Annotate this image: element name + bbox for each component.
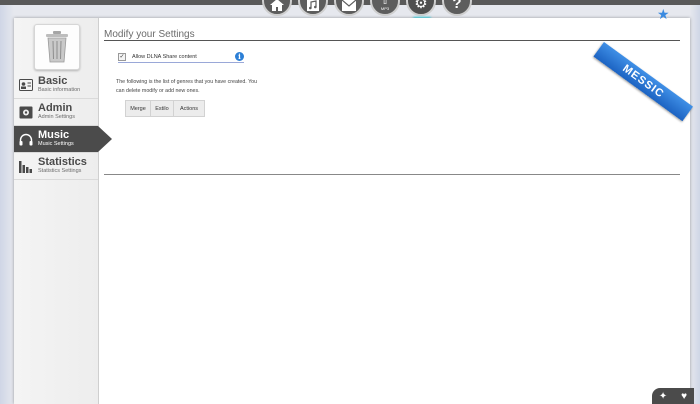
heart-icon[interactable]: ♥	[681, 391, 687, 402]
sidebar-item-title: Statistics	[38, 156, 87, 169]
nav-home-button[interactable]	[262, 0, 292, 16]
column-header-actions[interactable]: Actions	[174, 101, 204, 116]
sidebar-item-music[interactable]: Music Music Settings	[14, 126, 112, 153]
sidebar-item-subtitle: Admin Settings	[38, 114, 75, 121]
dlna-share-checkbox[interactable]: ✓	[118, 53, 126, 61]
genres-description: The following is the list of genres that…	[116, 79, 258, 94]
corner-tools: ✦ ♥	[652, 388, 694, 404]
pin-icon[interactable]: ✦	[659, 391, 667, 402]
bar-chart-icon	[18, 158, 34, 174]
nav-settings-button[interactable]: ⚙	[406, 0, 436, 20]
upload-mp3-icon: ⇧ MP3	[380, 0, 390, 11]
dlna-share-label: Allow DLNA Share content	[132, 54, 197, 60]
sidebar-item-statistics[interactable]: Statistics Statistics Settings	[14, 153, 98, 180]
sidebar-item-subtitle: Music Settings	[38, 141, 74, 148]
help-icon: ?	[452, 0, 462, 12]
top-nav: ⇧ MP3 ⚙ ?	[262, 0, 474, 20]
nav-help-button[interactable]: ?	[442, 0, 472, 16]
sidebar-menu: Basic Basic information Admin Admin Sett…	[14, 72, 112, 180]
nav-inbox-button[interactable]	[334, 0, 364, 16]
id-card-icon	[18, 77, 34, 93]
trash-can-icon	[46, 31, 68, 63]
main-content: Modify your Settings ✓ Allow DLNA Share …	[104, 18, 690, 404]
settings-card: Basic Basic information Admin Admin Sett…	[14, 18, 690, 404]
dlna-share-row: ✓ Allow DLNA Share content	[118, 52, 244, 63]
sidebar-item-text: Basic Basic information	[38, 76, 80, 94]
sidebar-item-text: Admin Admin Settings	[38, 103, 75, 121]
genres-table-header: Merge Estilo Actions	[125, 100, 205, 117]
music-library-icon	[307, 0, 319, 11]
settings-gear-icon: ⚙	[414, 0, 428, 12]
sidebar-item-title: Admin	[38, 102, 73, 115]
sidebar-item-subtitle: Basic information	[38, 87, 81, 94]
nav-upload-button[interactable]: ⇧ MP3	[370, 0, 400, 16]
sidebar-item-basic[interactable]: Basic Basic information	[14, 72, 98, 99]
info-icon[interactable]: i	[235, 52, 244, 61]
headphones-icon	[18, 131, 34, 147]
sidebar-item-title: Music	[38, 129, 70, 142]
column-header-estilo[interactable]: Estilo	[151, 101, 174, 116]
page-title: Modify your Settings	[104, 29, 195, 40]
column-header-merge[interactable]: Merge	[126, 101, 151, 116]
sidebar-item-text: Music Music Settings	[38, 130, 74, 148]
nav-music-library-button[interactable]	[298, 0, 328, 16]
sidebar-item-text: Statistics Statistics Settings	[38, 157, 87, 175]
ribbon-badge-icon: ★	[657, 6, 670, 22]
upload-mp3-label: MP3	[380, 6, 390, 11]
trash-button[interactable]	[34, 24, 80, 70]
sidebar-item-subtitle: Statistics Settings	[38, 168, 82, 175]
title-divider	[104, 40, 680, 41]
sidebar-item-title: Basic	[38, 75, 68, 88]
safe-icon	[18, 104, 34, 120]
inbox-icon	[342, 0, 356, 11]
home-icon	[270, 0, 284, 11]
content-bottom-divider	[104, 174, 680, 175]
sidebar-item-admin[interactable]: Admin Admin Settings	[14, 99, 98, 126]
sidebar: Basic Basic information Admin Admin Sett…	[14, 18, 112, 404]
